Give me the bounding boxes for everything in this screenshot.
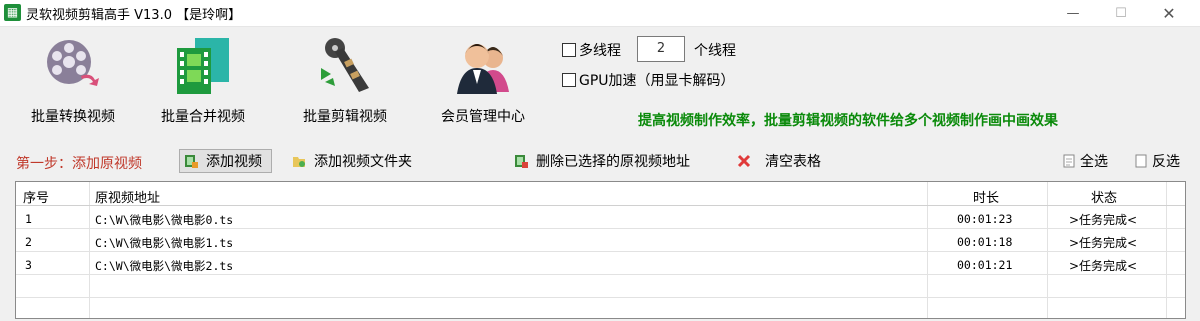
maximize-button[interactable]: ☐ xyxy=(1098,0,1144,26)
delete-selected-label: 删除已选择的原视频地址 xyxy=(536,154,690,170)
gpu-label: GPU加速（用显卡解码） xyxy=(579,73,735,89)
add-folder-label: 添加视频文件夹 xyxy=(314,154,412,170)
row-index: 2 xyxy=(25,235,32,249)
row-divider xyxy=(16,297,1185,298)
member-center-button[interactable]: 会员管理中心 xyxy=(428,34,538,126)
multithread-checkbox-box[interactable] xyxy=(562,43,576,57)
thread-unit-label: 个线程 xyxy=(694,43,736,59)
clear-table-label: 清空表格 xyxy=(765,154,821,170)
clear-table-button[interactable]: 清空表格 xyxy=(737,149,821,173)
row-divider xyxy=(16,251,1185,252)
batch-edit-button[interactable]: 批量剪辑视频 xyxy=(290,34,400,126)
promo-text: 提高视频制作效率，批量剪辑视频的软件给多个视频制作画中画效果 xyxy=(638,113,1058,129)
header-status[interactable]: 状态 xyxy=(1091,187,1117,206)
row-divider xyxy=(16,274,1185,275)
users-icon xyxy=(457,44,509,94)
row-status: >任务完成< xyxy=(1069,236,1138,250)
window-title: 灵软视频剪辑高手 V13.0 【是玲啊】 xyxy=(26,8,242,23)
gpu-checkbox-box[interactable] xyxy=(562,73,576,87)
clear-x-icon xyxy=(737,154,751,168)
gpu-checkbox[interactable]: GPU加速（用显卡解码） xyxy=(562,70,735,90)
member-center-label: 会员管理中心 xyxy=(441,109,525,125)
batch-merge-label: 批量合并视频 xyxy=(161,109,245,125)
invert-select-icon xyxy=(1135,154,1147,168)
title-bar: ▦ 灵软视频剪辑高手 V13.0 【是玲啊】 — ☐ ✕ xyxy=(0,0,1200,27)
add-video-label: 添加视频 xyxy=(206,154,262,170)
header-path[interactable]: 原视频地址 xyxy=(95,187,160,206)
row-status: >任务完成< xyxy=(1069,213,1138,227)
batch-merge-button[interactable]: 批量合并视频 xyxy=(148,34,258,126)
batch-edit-label: 批量剪辑视频 xyxy=(303,109,387,125)
multithread-label: 多线程 xyxy=(579,43,621,59)
header-duration[interactable]: 时长 xyxy=(973,187,999,206)
film-strip-icon xyxy=(321,38,369,92)
row-index: 3 xyxy=(25,258,32,272)
select-all-button[interactable]: 全选 xyxy=(1062,149,1108,173)
row-duration: 00:01:18 xyxy=(957,235,1013,249)
video-table[interactable]: 序号 原视频地址 时长 状态 1 C:\W\微电影\微电影0.ts 00:01:… xyxy=(15,181,1186,319)
select-all-icon xyxy=(1063,154,1075,168)
row-divider xyxy=(16,228,1185,229)
thread-count-input[interactable]: 2 xyxy=(637,36,685,62)
invert-select-label: 反选 xyxy=(1152,154,1180,170)
row-path: C:\W\微电影\微电影0.ts xyxy=(95,213,234,227)
app-logo-icon: ▦ xyxy=(4,4,21,21)
delete-video-icon xyxy=(515,155,528,168)
batch-convert-button[interactable]: 批量转换视频 xyxy=(18,34,128,126)
merge-film-icon xyxy=(177,38,229,94)
row-path: C:\W\微电影\微电影2.ts xyxy=(95,259,234,273)
delete-selected-button[interactable]: 删除已选择的原视频地址 xyxy=(514,149,690,173)
header-index[interactable]: 序号 xyxy=(23,187,49,206)
add-video-icon xyxy=(185,155,198,168)
select-all-label: 全选 xyxy=(1080,154,1108,170)
batch-convert-label: 批量转换视频 xyxy=(31,109,115,125)
minimize-button[interactable]: — xyxy=(1050,0,1096,26)
row-status: >任务完成< xyxy=(1069,259,1138,273)
step-one-label: 第一步：添加原视频 xyxy=(16,156,142,172)
close-button[interactable]: ✕ xyxy=(1146,0,1192,26)
header-divider xyxy=(16,205,1185,206)
row-duration: 00:01:23 xyxy=(957,212,1013,226)
film-reel-icon xyxy=(47,40,99,86)
thread-unit: 个线程 xyxy=(694,40,736,60)
row-path: C:\W\微电影\微电影1.ts xyxy=(95,236,234,250)
folder-icon xyxy=(293,157,305,167)
invert-select-button[interactable]: 反选 xyxy=(1134,149,1180,173)
add-video-button[interactable]: 添加视频 xyxy=(179,149,272,173)
row-duration: 00:01:21 xyxy=(957,258,1013,272)
add-folder-button[interactable]: 添加视频文件夹 xyxy=(292,149,412,173)
multithread-checkbox[interactable]: 多线程 xyxy=(562,40,621,60)
row-index: 1 xyxy=(25,212,32,226)
